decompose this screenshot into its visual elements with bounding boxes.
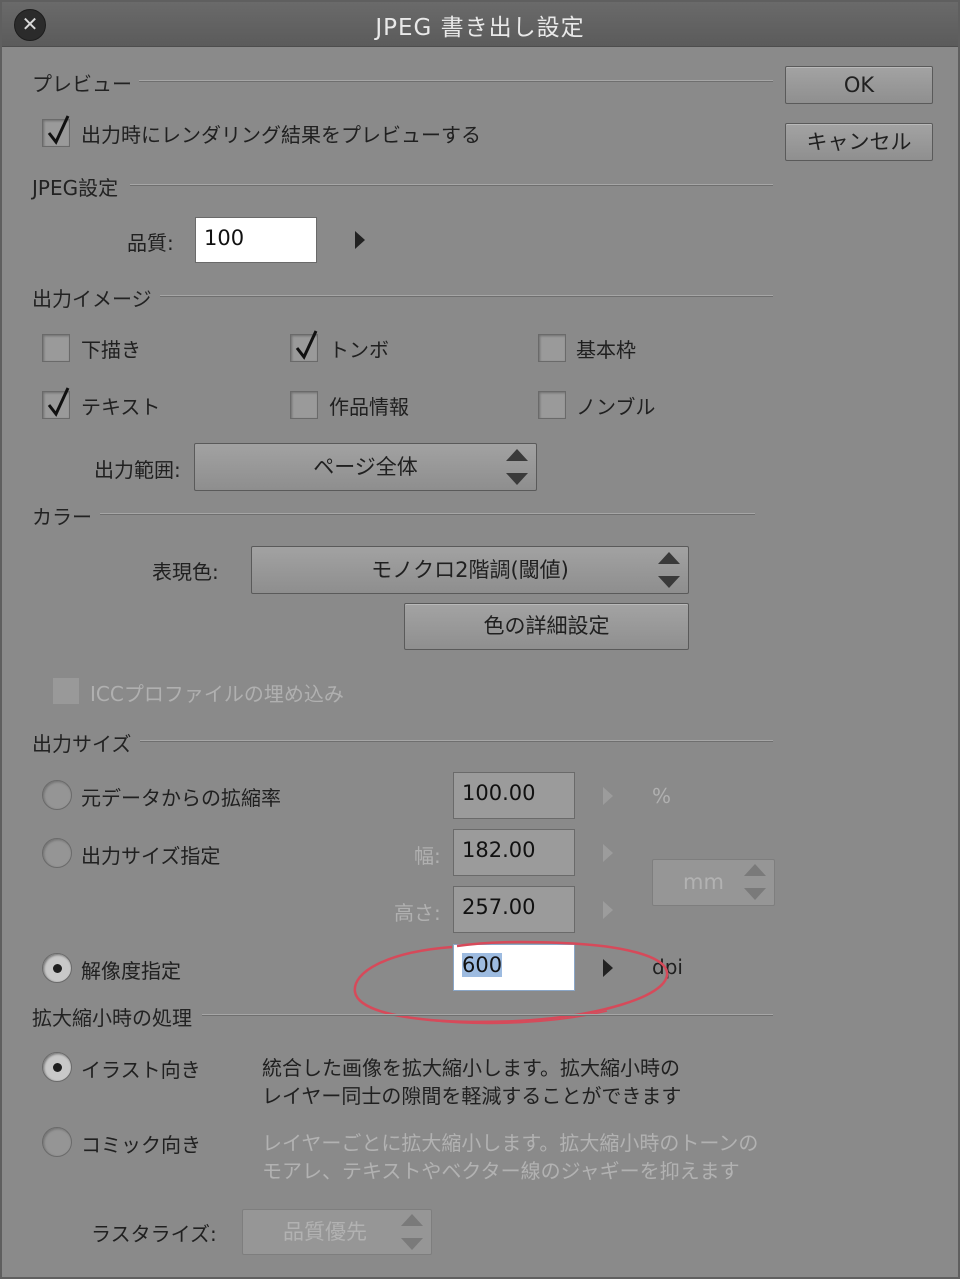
illust-desc-line1: 統合した画像を拡大縮小します。拡大縮小時の <box>262 1056 680 1080</box>
output-size-label: 出力サイズ指定 <box>81 844 221 868</box>
divider <box>160 295 773 297</box>
width-label: 幅: <box>414 844 441 868</box>
section-jpeg: JPEG設定 <box>32 176 119 200</box>
comic-desc-line1: レイヤーごとに拡大縮小します。拡大縮小時のトーンの <box>262 1131 759 1155</box>
checkmark-icon <box>47 387 70 417</box>
render-preview-label: 出力時にレンダリング結果をプレビューする <box>81 123 481 147</box>
annotation-circle <box>353 940 669 1025</box>
output-range-label: 出力範囲: <box>94 458 181 482</box>
scale-arrow-icon <box>603 787 613 805</box>
quality-input[interactable]: 100 <box>195 217 317 263</box>
color-detail-button[interactable]: 色の詳細設定 <box>404 603 689 650</box>
divider <box>202 1014 773 1016</box>
render-preview-checkbox[interactable] <box>42 115 70 147</box>
comic-label: コミック向き <box>81 1133 201 1157</box>
base-frame-label: 基本枠 <box>576 338 636 362</box>
spinner-icon <box>744 862 766 902</box>
spinner-icon <box>658 550 680 590</box>
illust-label: イラスト向き <box>81 1058 201 1082</box>
comic-desc-line2: モアレ、テキストやベクター線のジャギーを抑えます <box>262 1159 740 1183</box>
output-range-value: ページ全体 <box>313 455 418 479</box>
comic-description: レイヤーごとに拡大縮小します。拡大縮小時のトーンの モアレ、テキストやベクター線… <box>262 1129 758 1185</box>
illust-radio[interactable] <box>42 1052 72 1082</box>
icc-profile-label: ICCプロファイルの埋め込み <box>90 682 344 706</box>
cancel-button[interactable]: キャンセル <box>785 123 933 161</box>
divider <box>140 740 773 742</box>
unit-value: mm <box>683 870 724 894</box>
height-arrow-icon <box>603 901 613 919</box>
comic-radio[interactable] <box>42 1127 72 1157</box>
spinner-icon <box>506 447 528 487</box>
divider <box>100 513 755 515</box>
section-scaling: 拡大縮小時の処理 <box>32 1006 192 1030</box>
section-output-size: 出力サイズ <box>32 732 132 756</box>
rasterize-label: ラスタライズ: <box>91 1222 217 1246</box>
sketch-checkbox[interactable] <box>42 334 70 362</box>
height-label: 高さ: <box>394 901 441 925</box>
output-size-radio[interactable] <box>42 838 72 868</box>
section-color: カラー <box>32 505 92 529</box>
section-preview: プレビュー <box>32 72 132 96</box>
text-checkbox[interactable] <box>42 387 70 419</box>
color-expression-select[interactable]: モノクロ2階調(閾値) <box>251 546 689 594</box>
color-expression-label: 表現色: <box>152 560 219 584</box>
ok-button[interactable]: OK <box>785 66 933 104</box>
jpeg-export-dialog: ✕ JPEG 書き出し設定 OK キャンセル プレビュー 出力時にレンダリング結… <box>0 0 960 1279</box>
rasterize-value: 品質優先 <box>283 1220 367 1244</box>
quality-label: 品質: <box>127 231 174 255</box>
color-expression-value: モノクロ2階調(閾値) <box>371 558 569 582</box>
spinner-icon <box>401 1212 423 1252</box>
base-frame-checkbox[interactable] <box>538 334 566 362</box>
height-input: 257.00 <box>453 886 575 933</box>
unit-select: mm <box>652 859 775 906</box>
resolution-radio[interactable] <box>42 953 72 983</box>
icc-profile-checkbox <box>52 677 80 705</box>
divider <box>130 184 773 186</box>
scale-input: 100.00 <box>453 772 575 819</box>
checkmark-icon <box>295 330 318 360</box>
illust-desc-line2: レイヤー同士の隙間を軽減することができます <box>262 1084 682 1108</box>
title-bar: ✕ JPEG 書き出し設定 <box>2 2 958 47</box>
quality-slider-arrow-icon[interactable] <box>355 231 365 249</box>
scale-label: 元データからの拡縮率 <box>81 786 281 810</box>
width-arrow-icon <box>603 844 613 862</box>
illust-description: 統合した画像を拡大縮小します。拡大縮小時の レイヤー同士の隙間を軽減することがで… <box>262 1054 681 1110</box>
work-info-label: 作品情報 <box>329 395 409 419</box>
crop-marks-label: トンボ <box>329 338 389 362</box>
crop-marks-checkbox[interactable] <box>290 330 318 362</box>
sketch-label: 下描き <box>81 338 141 362</box>
section-output-image: 出力イメージ <box>32 287 152 311</box>
text-label: テキスト <box>81 395 161 419</box>
divider <box>139 80 773 82</box>
width-input: 182.00 <box>453 829 575 876</box>
checkmark-icon <box>47 115 70 145</box>
work-info-checkbox[interactable] <box>290 391 318 419</box>
page-number-label: ノンブル <box>576 395 656 419</box>
output-range-select[interactable]: ページ全体 <box>194 443 537 491</box>
scale-radio[interactable] <box>42 780 72 810</box>
window-title: JPEG 書き出し設定 <box>375 15 585 41</box>
scale-unit: % <box>652 784 672 808</box>
rasterize-select: 品質優先 <box>242 1209 432 1255</box>
resolution-label: 解像度指定 <box>81 959 181 983</box>
page-number-checkbox[interactable] <box>538 391 566 419</box>
